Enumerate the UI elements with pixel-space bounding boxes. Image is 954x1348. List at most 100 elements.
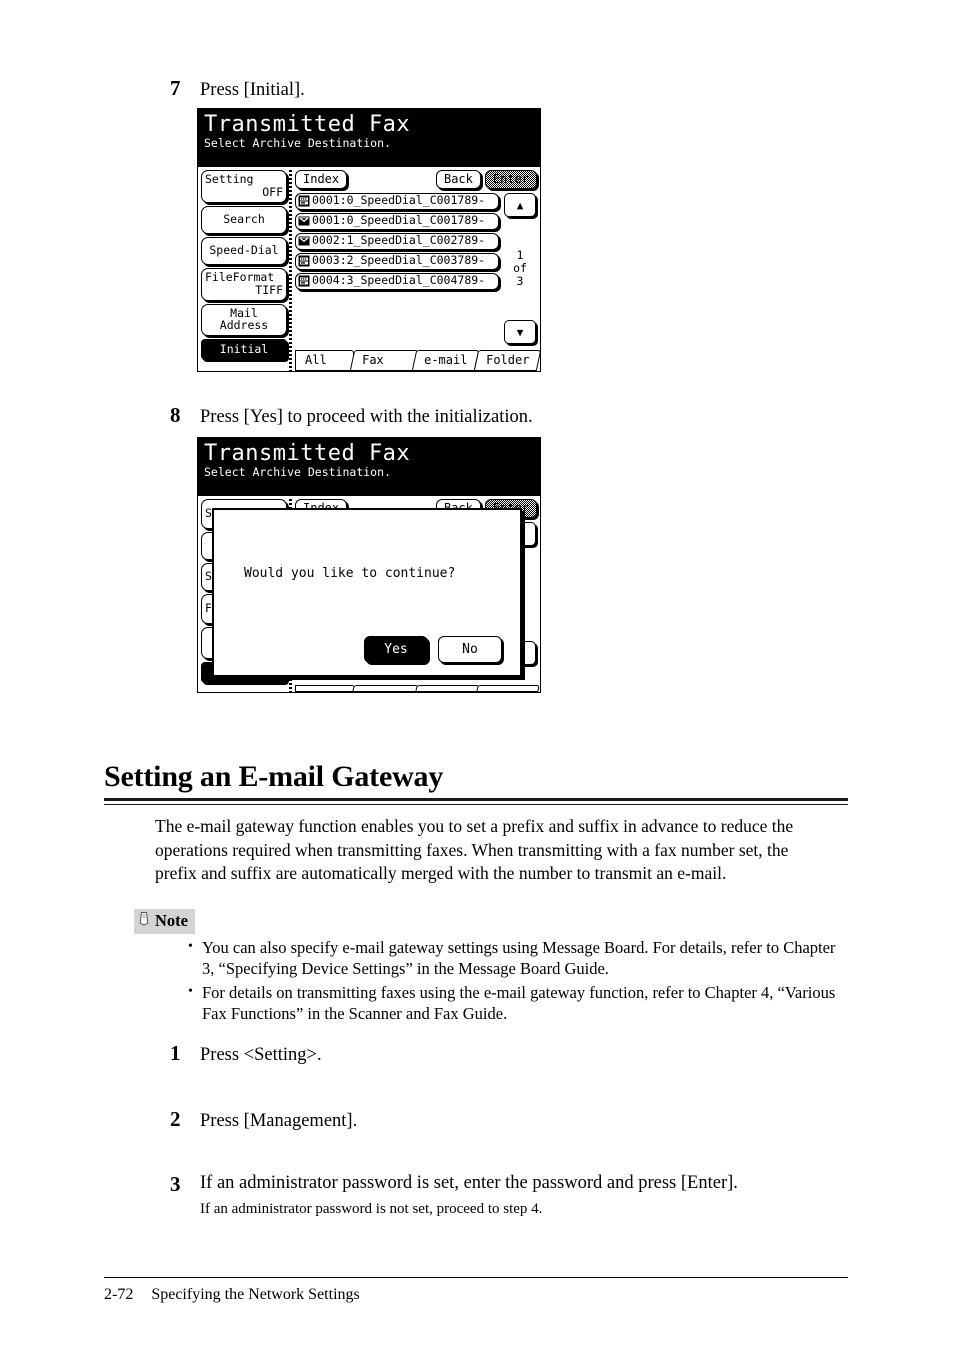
tab-email-bg[interactable]	[415, 685, 481, 692]
step-8-text: Press [Yes] to proceed with the initiali…	[200, 407, 533, 427]
list-item-label: 0002:1_SpeedDial_C002789-	[312, 233, 486, 248]
lcd2-subtitle: Select Archive Destination.	[204, 465, 391, 480]
lcd2-header: Transmitted Fax Select Archive Destinati…	[198, 438, 540, 496]
side-button-setting-value: OFF	[262, 184, 283, 199]
lcd1-header: Transmitted Fax Select Archive Destinati…	[198, 109, 540, 167]
enter-button-label: Enter	[492, 172, 529, 186]
page-current: 1	[516, 247, 524, 262]
tab-fax-bg[interactable]	[351, 685, 419, 692]
side-button-speed-dial-label: Speed-Dial	[209, 242, 279, 257]
sidebar-divider	[288, 170, 293, 371]
tab-folder-bg[interactable]	[476, 685, 540, 692]
list-item-label: 0003:2_SpeedDial_C003789-	[312, 253, 486, 268]
tab-folder[interactable]: Folder	[473, 350, 540, 371]
list-item[interactable]: 0004:3_SpeedDial_C004789-	[295, 273, 499, 290]
lcd1-body: Setting OFF Search Speed-Dial FileFormat…	[198, 167, 540, 371]
lcd1-side-buttons: Setting OFF Search Speed-Dial FileFormat…	[201, 170, 287, 371]
yes-button[interactable]: Yes	[364, 636, 428, 663]
back-button-label: Back	[443, 172, 473, 186]
footer: 2-72 Specifying the Network Settings	[104, 1286, 360, 1304]
note-badge: Note	[134, 909, 195, 934]
list-item[interactable]: 0001:0_SpeedDial_C001789-	[295, 213, 499, 230]
side-button-setting[interactable]: Setting OFF	[201, 170, 287, 203]
step-3-subtext: If an administrator password is not set,…	[200, 1201, 543, 1218]
email-icon	[298, 235, 310, 247]
side-button-initial[interactable]: Initial	[201, 339, 287, 361]
page-indicator: 1 of 3	[513, 247, 527, 289]
step-3-text: If an administrator password is set, ent…	[200, 1173, 738, 1193]
page-title: Setting an E-mail Gateway	[104, 760, 444, 793]
lcd-panel-confirm: Transmitted Fax Select Archive Destinati…	[197, 437, 541, 693]
side-button-search[interactable]: Search	[201, 205, 287, 234]
scroll-up-icon[interactable]: ▲	[504, 193, 536, 217]
lcd1-main: Index Back Enter 0001:0_SpeedDial_C00178…	[295, 170, 540, 371]
back-button[interactable]: Back	[435, 170, 481, 189]
note-bullet-icon: •	[188, 983, 193, 999]
step-8-number: 8	[170, 403, 181, 427]
scroll-down-icon[interactable]: ▼	[504, 320, 536, 344]
side-button-setting-label: Setting	[205, 172, 254, 186]
note-item-text: You can also specify e-mail gateway sett…	[202, 938, 836, 979]
scroll-up-glyph: ▲	[516, 198, 524, 212]
list-item-label: 0001:0_SpeedDial_C001789-	[312, 193, 486, 208]
tab-email-label: e-mail	[424, 353, 468, 367]
step-1-row: 1 Press <Setting>.	[170, 1041, 322, 1067]
side-button-fileformat-value: TIFF	[255, 282, 283, 297]
note-item: • You can also specify e-mail gateway se…	[188, 937, 848, 980]
step-8-row: 8 Press [Yes] to proceed with the initia…	[170, 403, 533, 429]
yes-button-label: Yes	[384, 642, 408, 657]
step-2-number: 2	[170, 1107, 181, 1131]
tab-all[interactable]: All	[295, 350, 354, 371]
list-item[interactable]: 0001:0_SpeedDial_C001789-	[295, 193, 499, 210]
section-paragraph: The e-mail gateway function enables you …	[155, 816, 794, 884]
note-item: • For details on transmitting faxes usin…	[188, 982, 848, 1025]
enter-button[interactable]: Enter	[484, 170, 537, 189]
no-button[interactable]: No	[438, 636, 502, 663]
tab-fax[interactable]: Fax	[349, 350, 419, 371]
fax-icon	[298, 195, 310, 207]
note-pencil-icon	[138, 911, 151, 931]
filter-tabs: All Fax e-mail Folder	[295, 349, 540, 371]
tab-all-bg[interactable]	[295, 685, 355, 692]
tab-all-label: All	[305, 353, 327, 367]
scroll-down-glyph: ▼	[516, 325, 524, 339]
step-1-text: Press <Setting>.	[200, 1045, 322, 1065]
lcd1-content: 0001:0_SpeedDial_C001789- 0001:0_SpeedDi…	[295, 193, 537, 346]
note-item-text: For details on transmitting faxes using …	[202, 982, 836, 1024]
list-item-label: 0004:3_SpeedDial_C004789-	[312, 273, 486, 288]
confirm-dialog-message: Would you like to continue?	[244, 565, 456, 581]
list-item[interactable]: 0002:1_SpeedDial_C002789-	[295, 233, 499, 250]
side-button-speed-dial[interactable]: Speed-Dial	[201, 236, 287, 265]
page-total: 3	[516, 274, 524, 289]
index-button[interactable]: Index	[295, 170, 348, 189]
tab-folder-label: Folder	[485, 353, 530, 367]
list-item[interactable]: 0003:2_SpeedDial_C003789-	[295, 253, 499, 270]
side-button-mail-address[interactable]: Mail Address	[201, 303, 287, 337]
lcd2-title: Transmitted Fax	[204, 441, 411, 466]
step-1-number: 1	[170, 1041, 181, 1065]
side-button-mail-address-line2: Address	[219, 318, 269, 333]
confirm-dialog-buttons: Yes No	[214, 636, 520, 675]
lcd1-top-button-row: Index Back Enter	[295, 170, 537, 189]
confirm-dialog: Would you like to continue? Yes No	[212, 508, 522, 677]
index-button-label: Index	[303, 172, 340, 186]
step-7-row: 7 Press [Initial].	[170, 76, 305, 102]
note-list: • You can also specify e-mail gateway se…	[188, 937, 848, 1027]
step-7-number: 7	[170, 76, 181, 100]
fax-icon	[298, 275, 310, 287]
note-bullet-icon: •	[188, 939, 193, 954]
tab-fax-label: Fax	[361, 353, 384, 367]
footer-title: Specifying the Network Settings	[151, 1286, 360, 1303]
side-button-fileformat[interactable]: FileFormat TIFF	[201, 267, 287, 301]
heading-rule	[104, 798, 848, 805]
step-3-block: If an administrator password is set, ent…	[200, 1172, 738, 1220]
no-button-label: No	[462, 642, 478, 657]
side-button-search-label: Search	[223, 211, 265, 226]
footer-rule	[104, 1277, 848, 1278]
lcd1-title: Transmitted Fax	[204, 112, 411, 137]
tab-email[interactable]: e-mail	[412, 350, 480, 371]
email-icon	[298, 215, 310, 227]
step-3-row: 3 If an administrator password is set, e…	[170, 1172, 870, 1220]
step-3-number: 3	[170, 1172, 181, 1196]
fax-icon	[298, 255, 310, 267]
